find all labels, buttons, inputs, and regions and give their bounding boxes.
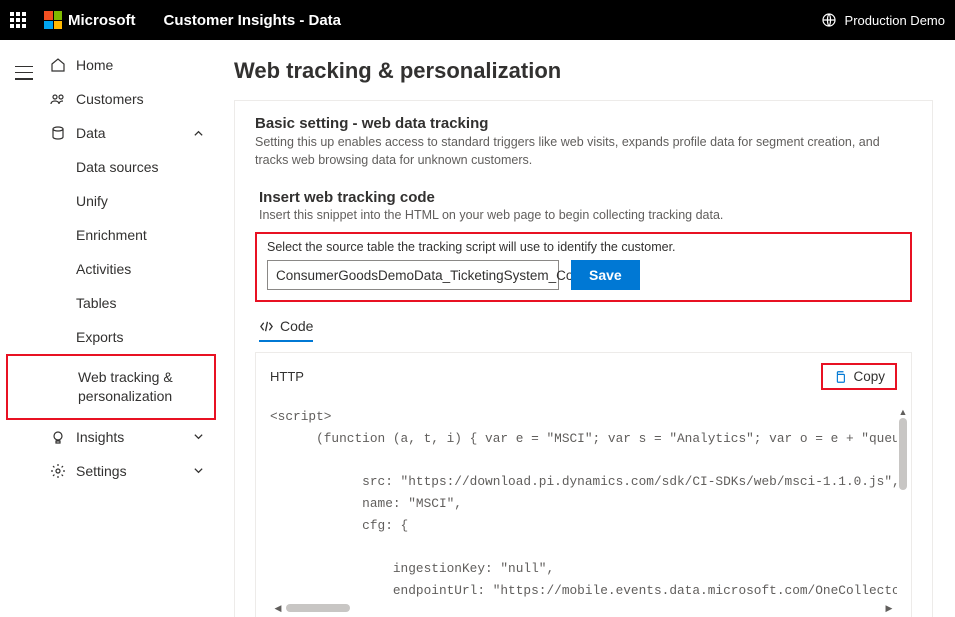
nav-label: Data — [76, 125, 106, 141]
home-icon — [48, 57, 68, 73]
nav-label: Web tracking & personalization — [78, 368, 206, 406]
vertical-scrollbar[interactable]: ▲ — [897, 406, 909, 590]
section-title: Insert web tracking code — [259, 189, 912, 206]
horizontal-scrollbar[interactable]: ◀ ▶ — [270, 601, 897, 615]
sidebar-item-tables[interactable]: Tables — [48, 286, 212, 320]
sidebar-item-settings[interactable]: Settings — [48, 454, 212, 488]
sidebar-item-enrichment[interactable]: Enrichment — [48, 218, 212, 252]
save-button[interactable]: Save — [571, 260, 640, 290]
card-title: Basic setting - web data tracking — [255, 115, 912, 132]
basic-setting-card: Basic setting - web data tracking Settin… — [234, 100, 933, 617]
nav-label: Home — [76, 57, 113, 73]
section-description: Insert this snippet into the HTML on you… — [259, 208, 912, 222]
sidebar-item-home[interactable]: Home — [48, 48, 212, 82]
code-block: HTTP Copy <script> (function (a, t, i) {… — [255, 352, 912, 617]
nav-label: Settings — [76, 463, 127, 479]
brand-text: Microsoft — [68, 12, 136, 29]
customers-icon — [48, 91, 68, 107]
field-label: Select the source table the tracking scr… — [267, 240, 900, 254]
menu-toggle-icon[interactable] — [15, 66, 33, 80]
gear-icon — [48, 463, 68, 479]
sidebar-item-web-tracking[interactable]: Web tracking & personalization — [8, 359, 214, 415]
nav-label: Tables — [76, 295, 116, 311]
source-table-highlight: Select the source table the tracking scr… — [255, 232, 912, 302]
code-language: HTTP — [270, 369, 304, 384]
copy-label: Copy — [853, 369, 885, 384]
chevron-down-icon — [193, 465, 204, 476]
data-icon — [48, 125, 68, 141]
environment-picker[interactable]: Production Demo — [821, 12, 945, 28]
nav-label: Unify — [76, 193, 108, 209]
nav-label: Enrichment — [76, 227, 147, 243]
scroll-left-arrow[interactable]: ◀ — [272, 602, 284, 614]
sidebar-item-insights[interactable]: Insights — [48, 420, 212, 454]
product-name: Customer Insights - Data — [164, 12, 342, 29]
tab-label: Code — [280, 318, 313, 334]
page-title: Web tracking & personalization — [234, 58, 933, 84]
source-table-select[interactable]: ConsumerGoodsDemoData_TicketingSystem_Co… — [267, 260, 559, 290]
sidebar-item-customers[interactable]: Customers — [48, 82, 212, 116]
scroll-right-arrow[interactable]: ▶ — [883, 602, 895, 614]
main-content: Web tracking & personalization Basic set… — [212, 40, 955, 617]
scroll-thumb[interactable] — [286, 604, 350, 612]
scroll-up-arrow[interactable]: ▲ — [897, 406, 909, 418]
code-icon — [259, 319, 274, 334]
nav-label: Data sources — [76, 159, 158, 175]
chevron-up-icon — [193, 128, 204, 139]
nav-label: Insights — [76, 429, 124, 445]
chevron-down-icon — [193, 431, 204, 442]
sidebar-item-activities[interactable]: Activities — [48, 252, 212, 286]
tab-code[interactable]: Code — [259, 318, 313, 342]
code-content: <script> (function (a, t, i) { var e = "… — [270, 406, 897, 601]
nav-label: Activities — [76, 261, 131, 277]
sidebar-item-exports[interactable]: Exports — [48, 320, 212, 354]
microsoft-logo: Microsoft — [44, 11, 136, 29]
select-value: ConsumerGoodsDemoData_TicketingSystem_Co… — [276, 268, 585, 283]
copy-icon — [833, 370, 847, 384]
sidebar-item-unify[interactable]: Unify — [48, 184, 212, 218]
nav-label: Exports — [76, 329, 123, 345]
nav-label: Customers — [76, 91, 144, 107]
sidebar: Home Customers Data Data sources Unify E… — [48, 40, 212, 617]
card-description: Setting this up enables access to standa… — [255, 134, 912, 169]
insights-icon — [48, 429, 68, 445]
environment-icon — [821, 12, 837, 28]
scroll-thumb[interactable] — [899, 418, 907, 490]
copy-button[interactable]: Copy — [821, 363, 897, 390]
sidebar-item-data-sources[interactable]: Data sources — [48, 150, 212, 184]
sidebar-item-data[interactable]: Data — [48, 116, 212, 150]
code-scroll-area[interactable]: <script> (function (a, t, i) { var e = "… — [270, 406, 897, 601]
app-launcher-icon[interactable] — [10, 12, 26, 28]
environment-name: Production Demo — [845, 13, 945, 28]
